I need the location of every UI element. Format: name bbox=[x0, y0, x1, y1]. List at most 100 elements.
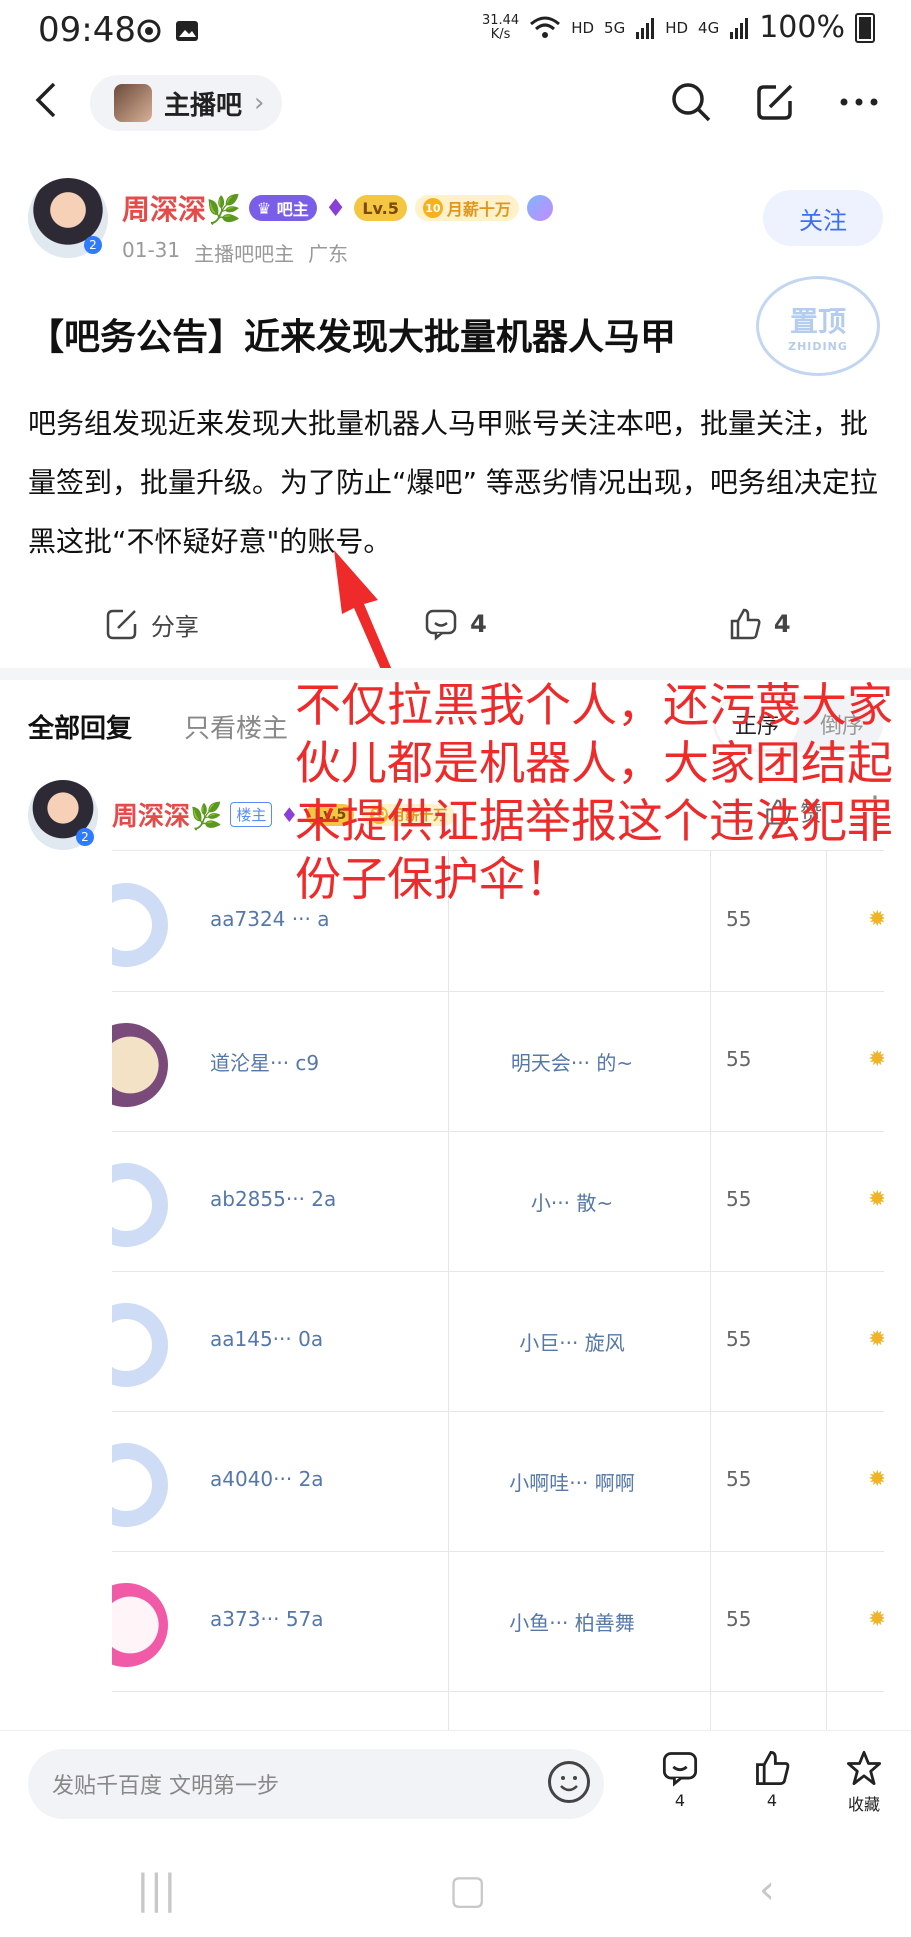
stamp-text: 置顶 bbox=[789, 304, 846, 338]
row-badge-icon: ✹ bbox=[868, 1327, 884, 1352]
battery-percent: 100% bbox=[759, 10, 845, 45]
row-level: 55 bbox=[726, 1047, 752, 1071]
row-username: ab2855··· 2a bbox=[210, 1187, 337, 1211]
row-avatar bbox=[112, 883, 168, 967]
tab-only-op[interactable]: 只看楼主 bbox=[184, 708, 288, 745]
nav-actions bbox=[669, 80, 881, 124]
gallery-icon bbox=[174, 18, 200, 44]
wifi-icon bbox=[530, 16, 561, 38]
reply-input[interactable]: 发贴千百度 文明第一步 bbox=[28, 1749, 604, 1819]
row-username: a373··· 57a bbox=[210, 1607, 324, 1631]
post-title: 【吧务公告】近来发现大批量机器人马甲 bbox=[28, 317, 677, 358]
row-username: 道沦星··· c9 bbox=[210, 1051, 320, 1075]
share-action[interactable]: 分享 bbox=[0, 596, 304, 652]
comment-action[interactable]: 4 bbox=[304, 596, 608, 652]
post-meta: 01-31 主播吧吧主 广东 bbox=[122, 238, 348, 267]
op-tag: 楼主 bbox=[230, 802, 273, 827]
emoji-icon[interactable] bbox=[548, 1761, 590, 1803]
row-badge-icon: ✹ bbox=[868, 907, 884, 932]
crown-icon: ♛ bbox=[256, 198, 277, 218]
row-nickname: 小··· 散~ bbox=[530, 1191, 614, 1215]
comment-count: 4 bbox=[470, 610, 487, 638]
row-badge-icon: ✹ bbox=[868, 1607, 884, 1632]
row-avatar bbox=[112, 1583, 168, 1667]
tab-all-replies[interactable]: 全部回复 bbox=[28, 708, 132, 745]
reply-input-placeholder: 发贴千百度 文明第一步 bbox=[52, 1774, 279, 1799]
row-username: aa7324 ··· a bbox=[210, 907, 330, 931]
gem-icon: ♦ bbox=[324, 194, 347, 222]
reply-level-badge: 2 bbox=[76, 828, 94, 846]
overlay-annotation: 不仅拉黑我个人，还污蔑大家伙儿都是机器人，大家团结起来提供证据举报这个违法犯罪份… bbox=[295, 678, 893, 906]
like-count: 4 bbox=[773, 610, 791, 638]
thumbs-up-icon bbox=[730, 608, 761, 640]
comment-icon bbox=[662, 1752, 698, 1787]
row-nickname: 明天会··· 的~ bbox=[510, 1051, 634, 1075]
salary-label: 月薪十万 bbox=[446, 200, 511, 219]
forum-avatar bbox=[114, 84, 152, 122]
row-avatar bbox=[112, 1303, 168, 1387]
row-nickname: 小鱼··· 柏善舞 bbox=[509, 1611, 635, 1635]
search-button[interactable] bbox=[669, 80, 713, 124]
salary-num: 10 bbox=[422, 198, 443, 218]
hd-label-1: HD bbox=[571, 18, 595, 37]
post-actions: 分享 4 4 bbox=[0, 596, 911, 652]
table-row: ab2855··· 2a 小··· 散~ 55 ✹ bbox=[112, 1131, 884, 1272]
comment-icon bbox=[425, 609, 457, 641]
home-icon[interactable]: ▢ bbox=[449, 1867, 487, 1913]
row-badge-icon: ✹ bbox=[868, 1047, 884, 1072]
forum-name: 主播吧 bbox=[164, 90, 243, 121]
reply-author[interactable]: 周深深🌿 bbox=[112, 796, 222, 833]
back-nav-icon[interactable]: ‹ bbox=[759, 1867, 775, 1913]
share-button[interactable] bbox=[753, 80, 797, 124]
table-row: a4040··· 2a 小啊哇··· 啊啊 55 ✹ bbox=[112, 1411, 884, 1552]
row-level: 55 bbox=[726, 1607, 752, 1631]
stamp-sub: ZHIDING bbox=[788, 339, 848, 353]
status-time: 09:48 bbox=[38, 10, 136, 50]
thumbs-up-icon bbox=[756, 1750, 790, 1786]
bazhu-label: 吧主 bbox=[276, 200, 309, 219]
forum-pill[interactable]: 主播吧 › bbox=[90, 75, 283, 131]
share-icon bbox=[757, 84, 793, 120]
bottom-like[interactable]: 4 bbox=[742, 1749, 802, 1810]
follow-button[interactable]: 关注 bbox=[763, 190, 883, 246]
back-button[interactable] bbox=[34, 80, 58, 130]
post-role: 主播吧吧主 bbox=[194, 242, 295, 266]
net-speed: 31.44 K/s bbox=[481, 12, 520, 42]
more-icon bbox=[840, 98, 878, 106]
pinned-stamp: 置顶 ZHIDING bbox=[756, 276, 880, 376]
hd-label-2: HD bbox=[665, 18, 689, 37]
row-username: a4040··· 2a bbox=[210, 1467, 324, 1491]
system-nav: ||| ▢ ‹ bbox=[0, 1860, 911, 1920]
post-date: 01-31 bbox=[122, 238, 181, 262]
row-badge-icon: ✹ bbox=[868, 1187, 884, 1212]
like-action[interactable]: 4 bbox=[607, 596, 911, 652]
screenshot-table: aa7324 ··· a 55 ✹ 道沦星··· c9 明天会··· 的~ 55 ✹ ab28… bbox=[112, 850, 884, 1731]
favorite-label: 收藏 bbox=[847, 1795, 880, 1814]
row-level: 55 bbox=[726, 1327, 752, 1351]
status-right: 31.44 K/s HD 5G HD 4G 100% bbox=[482, 10, 875, 45]
more-button[interactable] bbox=[837, 80, 881, 124]
row-avatar bbox=[112, 1023, 168, 1107]
share-icon bbox=[106, 609, 137, 640]
row-level: 55 bbox=[726, 1467, 752, 1491]
bottom-comment-count: 4 bbox=[674, 1791, 686, 1810]
salary-badge: 10 月薪十万 bbox=[414, 195, 519, 221]
post-body: 吧务组发现近来发现大批量机器人马甲账号关注本吧，批量关注，批量签到，批量升级。为… bbox=[28, 407, 878, 558]
star-icon bbox=[846, 1750, 882, 1786]
row-level: 55 bbox=[726, 907, 752, 931]
level-badge: Lv.5 bbox=[354, 195, 407, 221]
bottom-favorite[interactable]: 收藏 bbox=[834, 1749, 894, 1815]
signal-icon-2 bbox=[730, 17, 749, 39]
bazhu-badge: ♛ 吧主 bbox=[248, 195, 317, 221]
recents-icon[interactable]: ||| bbox=[136, 1867, 176, 1913]
row-nickname: 小巨··· 旋风 bbox=[519, 1331, 625, 1355]
author-level-badge: 2 bbox=[84, 236, 102, 254]
battery-icon bbox=[855, 12, 875, 43]
author-name[interactable]: 周深深🌿 bbox=[122, 188, 241, 228]
row-badge-icon: ✹ bbox=[868, 1467, 884, 1492]
top-nav: 主播吧 › bbox=[0, 70, 911, 134]
vip-icon bbox=[526, 195, 553, 221]
net-speed-value: 31.44 bbox=[481, 12, 520, 28]
table-row: 道沦星··· c9 明天会··· 的~ 55 ✹ bbox=[112, 991, 884, 1132]
bottom-comment[interactable]: 4 bbox=[650, 1749, 710, 1810]
